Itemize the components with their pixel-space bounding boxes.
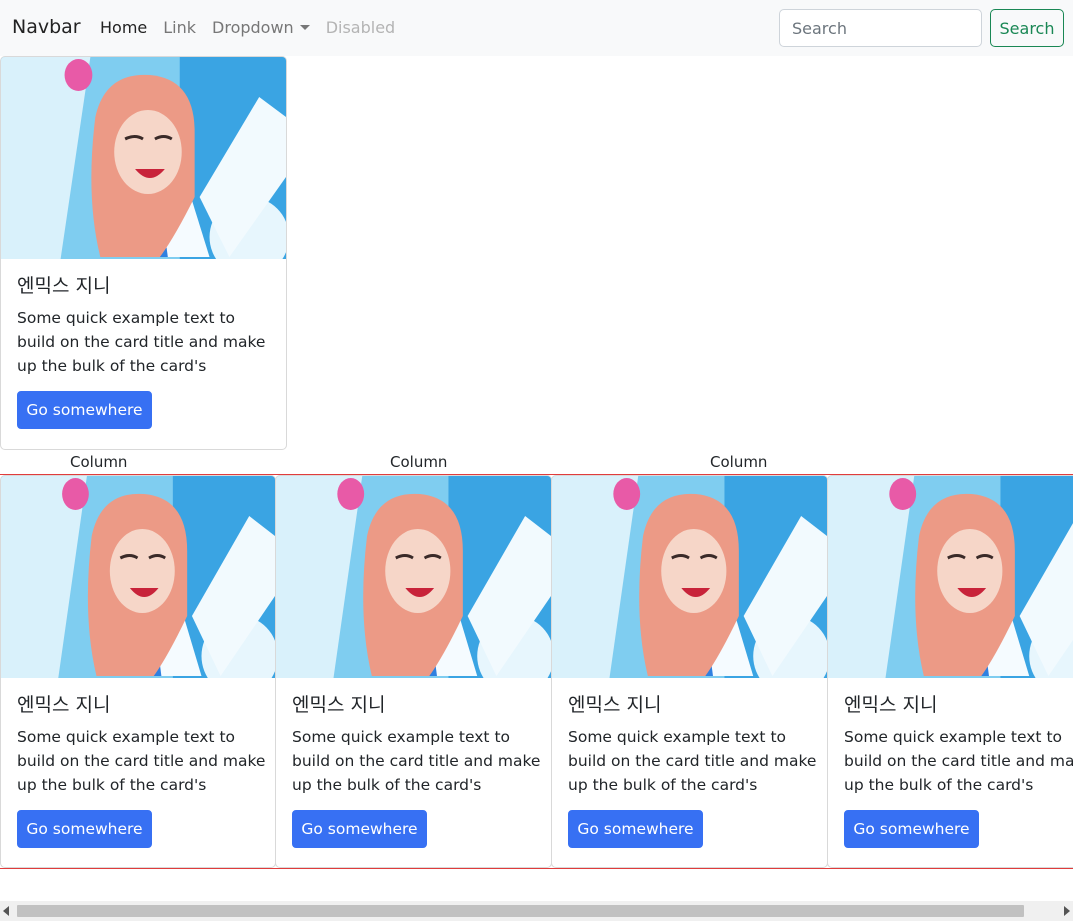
card: 엔믹스 지니 Some quick example text to build … <box>275 475 552 868</box>
go-somewhere-button[interactable]: Go somewhere <box>17 810 152 848</box>
card: 엔믹스 지니 Some quick example text to build … <box>0 475 276 868</box>
go-somewhere-button[interactable]: Go somewhere <box>844 810 979 848</box>
card-title: 엔믹스 지니 <box>568 694 662 716</box>
card: 엔믹스 지니 Some quick example text to build … <box>551 475 828 868</box>
caret-down-icon <box>299 25 310 30</box>
card-image <box>276 476 551 678</box>
go-somewhere-button[interactable]: Go somewhere <box>568 810 703 848</box>
go-somewhere-button[interactable]: Go somewhere <box>292 810 427 848</box>
card: 엔믹스 지니 Some quick example text to build … <box>827 475 1073 868</box>
card-text: Some quick example text to build on the … <box>17 728 266 794</box>
card-title: 엔믹스 지니 <box>292 694 386 716</box>
card-body: 엔믹스 지니 Some quick example text to build … <box>292 692 540 848</box>
nav-link-dropdown[interactable]: Dropdown <box>212 18 310 37</box>
card-text: Some quick example text to build on the … <box>844 728 1073 794</box>
nav-link-disabled: Disabled <box>325 18 396 37</box>
scrollbar-thumb[interactable] <box>17 905 1024 917</box>
navbar-brand[interactable]: Navbar <box>12 16 81 38</box>
card-text: Some quick example text to build on the … <box>17 309 266 375</box>
card: 엔믹스 지니 Some quick example text to build … <box>0 56 287 450</box>
card-row: 엔믹스 지니 Some quick example text to build … <box>0 474 1073 869</box>
card-body: 엔믹스 지니 Some quick example text to build … <box>17 692 265 848</box>
card-text: Some quick example text to build on the … <box>568 728 817 794</box>
scroll-left-icon[interactable] <box>3 906 9 916</box>
column-label: Column <box>390 453 448 471</box>
card-image <box>552 476 827 678</box>
card-image <box>1 476 275 678</box>
column-label: Column <box>710 453 768 471</box>
card-title: 엔믹스 지니 <box>17 275 111 297</box>
go-somewhere-button[interactable]: Go somewhere <box>17 391 152 429</box>
card-body: 엔믹스 지니 Some quick example text to build … <box>844 692 1073 848</box>
card-image <box>828 476 1073 678</box>
card-body: 엔믹스 지니 Some quick example text to build … <box>17 273 274 429</box>
search-input[interactable] <box>779 9 982 47</box>
card-image <box>1 57 286 259</box>
nav-links: Home Link Dropdown Disabled <box>100 18 411 37</box>
column-label: Column <box>70 453 128 471</box>
search-button[interactable]: Search <box>990 9 1064 47</box>
dropdown-label: Dropdown <box>212 18 294 37</box>
horizontal-scrollbar[interactable] <box>0 901 1073 921</box>
card-text: Some quick example text to build on the … <box>292 728 541 794</box>
nav-link-home[interactable]: Home <box>100 18 147 37</box>
navbar: Navbar Home Link Dropdown Disabled Searc… <box>0 0 1073 56</box>
card-title: 엔믹스 지니 <box>17 694 111 716</box>
card-title: 엔믹스 지니 <box>844 694 938 716</box>
card-body: 엔믹스 지니 Some quick example text to build … <box>568 692 816 848</box>
scroll-right-icon[interactable] <box>1064 906 1070 916</box>
nav-link-link[interactable]: Link <box>163 18 196 37</box>
